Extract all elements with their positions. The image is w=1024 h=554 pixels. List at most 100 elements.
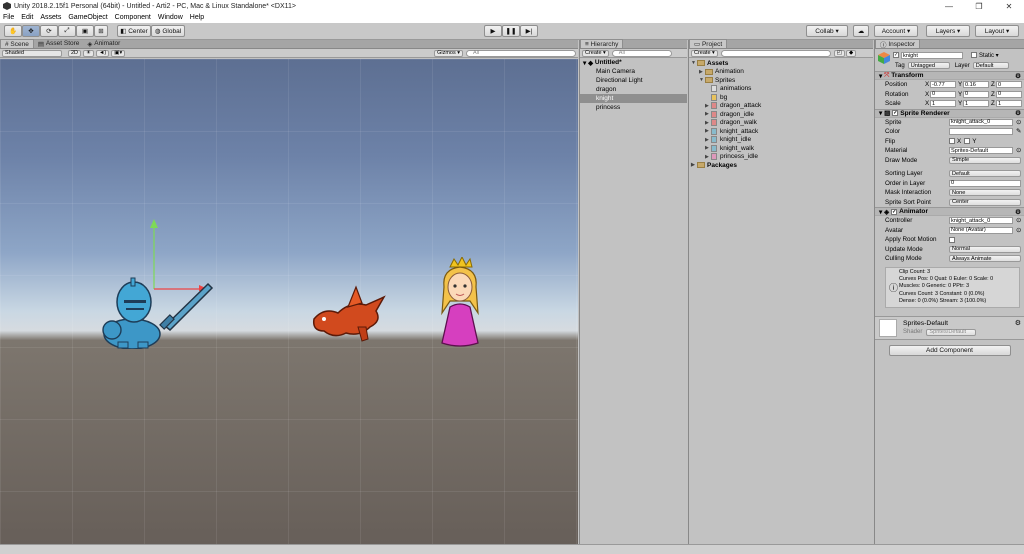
pivot-toggle[interactable]: ◧ Center (117, 25, 151, 37)
collab-button[interactable]: Collab ▾ (806, 25, 848, 37)
layout-button[interactable]: Layout ▾ (975, 25, 1019, 37)
transform-tool-button[interactable]: ⊞ (94, 25, 108, 37)
rect-tool-button[interactable]: ▣ (76, 25, 94, 37)
mask-interaction-dropdown[interactable]: None (949, 189, 1021, 197)
tag-dropdown[interactable]: Untagged (907, 62, 950, 69)
menu-gameobject[interactable]: GameObject (68, 14, 107, 21)
hand-tool-button[interactable]: ✋ (4, 25, 22, 37)
gizmos-dropdown[interactable]: Gizmos ▾ (434, 49, 463, 57)
project-item-knight-walk[interactable]: ▶ knight_walk (691, 144, 873, 153)
object-picker-icon[interactable]: ⊙ (1016, 227, 1021, 234)
position-y-field[interactable]: 0.16 (963, 81, 989, 89)
tab-inspector[interactable]: ⓘ Inspector (875, 39, 921, 49)
2d-toggle[interactable]: 2D (68, 49, 82, 57)
filter-type-button[interactable]: ◰ (833, 49, 845, 57)
hierarchy-search-input[interactable]: All (611, 49, 672, 57)
space-toggle[interactable]: ◍ Global (151, 25, 185, 37)
sorting-layer-dropdown[interactable]: Default (949, 170, 1021, 178)
sprite-sort-point-dropdown[interactable]: Center (949, 198, 1021, 206)
tab-scene[interactable]: # Scene (0, 39, 34, 48)
scene-root-item[interactable]: ▾ ◆ Untitled* (580, 58, 687, 67)
project-item-packages[interactable]: ▶ Packages (691, 161, 873, 170)
update-mode-dropdown[interactable]: Normal (949, 245, 1021, 253)
dragon-sprite[interactable] (306, 281, 388, 343)
project-item-knight-idle[interactable]: ▶ knight_idle (691, 136, 873, 145)
hierarchy-item-dragon[interactable]: dragon (580, 85, 687, 94)
rotation-z-field[interactable]: 0 (996, 90, 1022, 98)
tab-hierarchy[interactable]: ≡ Hierarchy (580, 39, 624, 48)
project-item-animation[interactable]: ▶ Animation (691, 68, 873, 77)
sprite-field[interactable]: knight_attack_0 (949, 118, 1013, 126)
knight-sprite[interactable] (100, 264, 215, 349)
scene-viewport[interactable] (0, 59, 578, 544)
controller-field[interactable]: knight_attack_0 (949, 217, 1013, 225)
step-button[interactable]: ▶| (520, 25, 538, 37)
flip-x-checkbox[interactable] (949, 138, 955, 145)
project-search-input[interactable] (720, 49, 831, 57)
component-menu-icon[interactable]: ⚙ (1015, 208, 1021, 216)
account-button[interactable]: Account ▾ (874, 25, 918, 37)
rotate-tool-button[interactable]: ⟳ (40, 25, 58, 37)
minimize-button[interactable]: — (934, 2, 964, 11)
avatar-field[interactable]: None (Avatar) (949, 226, 1013, 234)
sprite-renderer-header[interactable]: ▾ ▨ ✓ Sprite Renderer ⚙ (875, 108, 1024, 118)
move-tool-button[interactable]: ✥ (22, 25, 40, 37)
project-item-dragon-walk[interactable]: ▶ dragon_walk (691, 119, 873, 128)
project-item-bg[interactable]: bg (691, 93, 873, 102)
play-button[interactable]: ▶ (484, 25, 502, 37)
filter-label-button[interactable]: ◆ (846, 49, 857, 57)
project-item-princess-idle[interactable]: ▶ princess_idle (691, 153, 873, 162)
animator-header[interactable]: ▾ ◈ ✓ Animator ⚙ (875, 207, 1024, 216)
add-component-button[interactable]: Add Component (888, 344, 1011, 356)
shading-mode-dropdown[interactable]: Shaded (2, 49, 62, 57)
object-picker-icon[interactable]: ⊙ (1016, 217, 1021, 224)
rotation-x-field[interactable]: 0 (930, 90, 956, 98)
layer-dropdown[interactable]: Default (972, 62, 1009, 69)
rotation-y-field[interactable]: 0 (963, 90, 989, 98)
hierarchy-item-knight[interactable]: knight (580, 94, 687, 103)
component-menu-icon[interactable]: ⚙ (1015, 319, 1021, 327)
menu-assets[interactable]: Assets (40, 14, 61, 21)
object-name-field[interactable]: knight (901, 52, 963, 59)
flip-y-checkbox[interactable] (964, 138, 971, 145)
draw-mode-dropdown[interactable]: Simple (949, 156, 1021, 164)
eyedropper-icon[interactable]: ✎ (1016, 128, 1021, 135)
tab-animator[interactable]: ◈ Animator (83, 39, 124, 48)
transform-header[interactable]: ▾ ⤧ Transform ⚙ (875, 71, 1024, 80)
active-checkbox[interactable]: ✓ (893, 52, 899, 58)
hierarchy-item-main-camera[interactable]: Main Camera (580, 67, 687, 76)
material-section[interactable]: Sprites-Default Shader Sprites/Default ⚙ (875, 315, 1024, 340)
project-create-dropdown[interactable]: Create ▾ (691, 49, 718, 57)
effects-dropdown[interactable]: ▣▾ (111, 49, 126, 57)
culling-mode-dropdown[interactable]: Always Animate (949, 255, 1021, 263)
animator-enabled-checkbox[interactable]: ✓ (891, 208, 898, 215)
audio-toggle[interactable]: ◄) (95, 49, 110, 57)
princess-sprite[interactable] (436, 257, 484, 349)
scale-y-field[interactable]: 1 (963, 100, 989, 108)
object-picker-icon[interactable]: ⊙ (1016, 119, 1021, 126)
order-in-layer-field[interactable]: 0 (949, 179, 1021, 187)
project-item-animations[interactable]: animations (691, 85, 873, 94)
component-menu-icon[interactable]: ⚙ (1015, 72, 1021, 80)
position-x-field[interactable]: -0.77 (930, 81, 956, 89)
position-z-field[interactable]: 0 (996, 81, 1022, 89)
static-dropdown[interactable]: Static ▾ (979, 52, 999, 59)
layers-button[interactable]: Layers ▾ (926, 25, 970, 37)
menu-file[interactable]: File (3, 14, 14, 21)
menu-window[interactable]: Window (158, 14, 183, 21)
scale-tool-button[interactable]: ⤢ (58, 25, 76, 37)
project-item-dragon-idle[interactable]: ▶ dragon_idle (691, 110, 873, 119)
tab-asset-store[interactable]: ▤ Asset Store (34, 39, 84, 48)
hierarchy-item-directional-light[interactable]: Directional Light (580, 76, 687, 85)
close-button[interactable]: ✕ (994, 2, 1024, 11)
scene-search-input[interactable]: All (466, 49, 576, 57)
project-item-dragon-attack[interactable]: ▶ dragon_attack (691, 102, 873, 111)
menu-component[interactable]: Component (115, 14, 151, 21)
shader-dropdown[interactable]: Sprites/Default (926, 328, 977, 336)
object-picker-icon[interactable]: ⊙ (1016, 147, 1021, 154)
lighting-toggle[interactable]: ☀ (83, 49, 94, 57)
sprite-renderer-enabled-checkbox[interactable]: ✓ (892, 110, 899, 116)
tab-project[interactable]: ▭ Project (689, 39, 728, 48)
project-item-knight-attack[interactable]: ▶ knight_attack (691, 127, 873, 136)
project-item-sprites[interactable]: ▼ Sprites (691, 76, 873, 85)
